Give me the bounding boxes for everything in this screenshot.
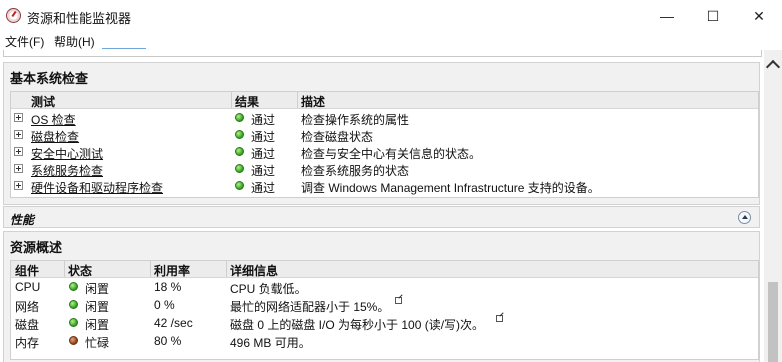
- basic-checks-table: 测试 结果 描述 OS 检查 通过 检查操作系统的属性 磁盘检查 通过 检查磁盘…: [10, 91, 759, 198]
- expand-icon[interactable]: [14, 181, 23, 190]
- details-text: 最忙的网络适配器小于 15%。: [230, 300, 390, 314]
- status-ok-icon: [235, 130, 244, 139]
- report-content: 基本系统检查 测试 结果 描述 OS 检查 通过 检查操作系统的属性 磁盘检查 …: [0, 50, 764, 362]
- column-result[interactable]: 结果: [235, 93, 259, 110]
- result-text: 通过: [251, 181, 276, 195]
- menu-help[interactable]: 帮助(H): [54, 33, 95, 50]
- column-details[interactable]: 详细信息: [230, 262, 278, 279]
- minimize-button[interactable]: —: [644, 0, 690, 32]
- component-name: CPU: [15, 280, 41, 294]
- description-text: 调查 Windows Management Infrastructure 支持的…: [301, 181, 600, 195]
- status-text: 闲置: [85, 318, 110, 332]
- table-row: 磁盘检查 通过 检查磁盘状态: [11, 126, 758, 144]
- status-text: 闲置: [85, 282, 110, 296]
- details-text: 496 MB 可用。: [230, 336, 311, 350]
- collapse-icon[interactable]: [738, 211, 751, 224]
- menu-file[interactable]: 文件(F): [5, 33, 44, 50]
- utilization-value: 18 %: [154, 280, 182, 294]
- status-ok-icon: [235, 113, 244, 122]
- resource-monitor-icon: [6, 8, 21, 23]
- expand-icon[interactable]: [14, 130, 23, 139]
- vertical-scrollbar[interactable]: [764, 50, 782, 362]
- previous-section-edge: [3, 50, 762, 57]
- expand-icon[interactable]: [14, 147, 23, 156]
- table-row: 内存 忙碌 80 % 496 MB 可用。: [11, 332, 758, 350]
- status-idle-icon: [69, 300, 78, 309]
- table-row: 磁盘 闲置 42 /sec 磁盘 0 上的磁盘 I/O 为每秒小于 100 (读…: [11, 314, 758, 332]
- close-button[interactable]: ✕: [736, 0, 782, 32]
- window-title: 资源和性能监视器: [27, 11, 132, 26]
- status-ok-icon: [235, 164, 244, 173]
- status-idle-icon: [69, 318, 78, 327]
- maximize-button[interactable]: ☐: [690, 0, 736, 32]
- status-ok-icon: [235, 147, 244, 156]
- component-name: 内存: [15, 336, 40, 350]
- utilization-value: 42 /sec: [154, 316, 193, 330]
- table-row: 安全中心测试 通过 检查与安全中心有关信息的状态。: [11, 143, 758, 161]
- column-test[interactable]: 测试: [31, 93, 55, 110]
- utilization-value: 0 %: [154, 298, 175, 312]
- menu-focus-line: [102, 48, 146, 49]
- performance-section-header[interactable]: 性能: [3, 206, 760, 228]
- title-bar: 资源和性能监视器 — ☐ ✕: [0, 0, 782, 32]
- section-title-performance: 性能: [10, 213, 35, 227]
- resource-overview-table: 组件 状态 利用率 详细信息 CPU 闲置 18 % CPU 负载低。 网络 闲…: [10, 260, 759, 360]
- section-title-basic-checks: 基本系统检查: [10, 71, 89, 86]
- column-status[interactable]: 状态: [68, 262, 92, 279]
- status-idle-icon: [69, 282, 78, 291]
- column-component[interactable]: 组件: [15, 262, 39, 279]
- scrollbar-thumb[interactable]: [768, 282, 778, 362]
- column-utilization[interactable]: 利用率: [154, 262, 190, 279]
- table-header: 组件 状态 利用率 详细信息: [11, 261, 758, 278]
- table-row: 网络 闲置 0 % 最忙的网络适配器小于 15%。: [11, 296, 758, 314]
- status-busy-icon: [69, 336, 78, 345]
- details-text: CPU 负载低。: [230, 282, 307, 296]
- component-name: 磁盘: [15, 318, 40, 332]
- edit-icon[interactable]: [496, 315, 503, 322]
- column-description[interactable]: 描述: [301, 93, 325, 110]
- status-text: 闲置: [85, 300, 110, 314]
- status-text: 忙碌: [85, 336, 110, 350]
- edit-icon[interactable]: [395, 297, 402, 304]
- table-row: 系统服务检查 通过 检查系统服务的状态: [11, 160, 758, 178]
- test-name-link[interactable]: 硬件设备和驱动程序检查: [31, 179, 163, 196]
- details-text: 磁盘 0 上的磁盘 I/O 为每秒小于 100 (读/写)次。: [230, 318, 485, 332]
- expand-icon[interactable]: [14, 164, 23, 173]
- section-title-resource-overview: 资源概述: [10, 240, 63, 255]
- status-ok-icon: [235, 181, 244, 190]
- table-row: 硬件设备和驱动程序检查 通过 调查 Windows Management Inf…: [11, 177, 758, 196]
- table-header: 测试 结果 描述: [11, 92, 758, 109]
- resource-overview-section: 资源概述 组件 状态 利用率 详细信息 CPU 闲置 18 % CPU 负载低。…: [3, 231, 760, 362]
- utilization-value: 80 %: [154, 334, 182, 348]
- expand-icon[interactable]: [14, 113, 23, 122]
- scroll-up-arrow-icon[interactable]: [765, 59, 781, 75]
- table-row: CPU 闲置 18 % CPU 负载低。: [11, 278, 758, 296]
- table-row: OS 检查 通过 检查操作系统的属性: [11, 109, 758, 127]
- component-name: 网络: [15, 300, 40, 314]
- menu-bar: 文件(F) 帮助(H): [0, 32, 782, 50]
- basic-checks-section: 基本系统检查 测试 结果 描述 OS 检查 通过 检查操作系统的属性 磁盘检查 …: [3, 62, 760, 205]
